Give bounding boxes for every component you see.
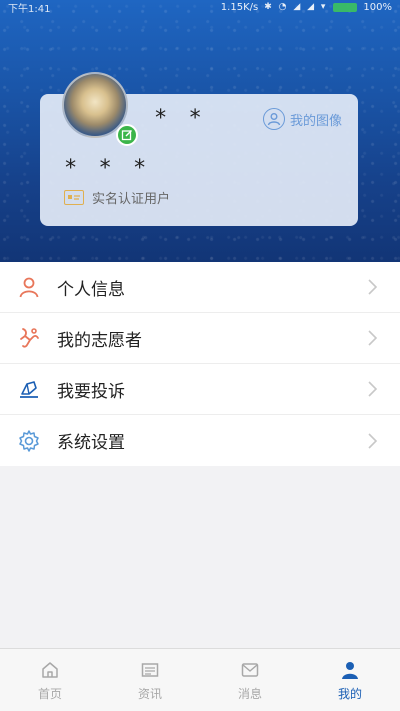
tab-label: 资讯 [137, 686, 162, 701]
news-icon [139, 659, 161, 681]
user-circle-icon [262, 108, 285, 130]
profile-icon [339, 659, 361, 681]
tab-label: 我的 [337, 686, 362, 701]
bottom-tab-bar: 首页 资讯 消息 我的 [0, 648, 400, 711]
tab-news[interactable]: 资讯 [100, 649, 200, 711]
chevron-right-icon [368, 432, 378, 449]
message-icon [239, 659, 261, 681]
tab-label: 首页 [37, 686, 62, 701]
tab-label: 消息 [237, 686, 262, 701]
network-speed: 1.15K/s [220, 1, 259, 13]
gear-icon [16, 428, 42, 454]
person-icon [16, 274, 42, 300]
home-icon [39, 659, 61, 681]
signal-icons: ✱ ◔ ◢ ◢ ▾ [264, 2, 328, 12]
tab-mine[interactable]: 我的 [300, 649, 400, 711]
volunteer-icon [16, 325, 42, 351]
status-bar: 下午1:41 1.15K/s ✱ ◔ ◢ ◢ ▾ 100% [0, 0, 400, 15]
edit-avatar-icon[interactable] [116, 124, 138, 146]
id-card-icon [64, 190, 84, 205]
my-image-button[interactable]: 我的图像 [262, 108, 342, 130]
username: * * [154, 106, 206, 131]
menu-item-label: 我要投诉 [57, 381, 125, 402]
chevron-right-icon [368, 381, 378, 397]
chevron-right-icon [368, 279, 378, 295]
verified-label: 实名认证用户 [92, 192, 171, 207]
menu-item-volunteer[interactable]: 我的志愿者 [0, 313, 400, 364]
status-indicators: 1.15K/s ✱ ◔ ◢ ◢ ▾ 100% [221, 2, 392, 13]
status-time: 下午1:41 [8, 3, 51, 15]
my-image-label: 我的图像 [289, 113, 342, 129]
chevron-right-icon [368, 330, 378, 346]
settings-menu: 个人信息 我的志愿者 我要投诉 系统设置 [0, 262, 400, 466]
verified-status: 实名认证用户 [64, 188, 170, 207]
menu-item-label: 我的志愿者 [57, 330, 142, 351]
tab-home[interactable]: 首页 [0, 649, 100, 711]
battery-icon [333, 2, 358, 12]
complaint-icon [16, 376, 42, 402]
battery-level: 100% [363, 1, 392, 13]
profile-card: * * 我的图像 * * * 实名认证用户 [40, 72, 358, 226]
menu-item-personal-info[interactable]: 个人信息 [0, 262, 400, 313]
tab-messages[interactable]: 消息 [200, 649, 300, 711]
menu-item-system-settings[interactable]: 系统设置 [0, 415, 400, 466]
menu-item-label: 个人信息 [57, 279, 125, 300]
menu-item-complaint[interactable]: 我要投诉 [0, 364, 400, 415]
real-name: * * * [64, 156, 151, 181]
menu-item-label: 系统设置 [57, 433, 125, 453]
